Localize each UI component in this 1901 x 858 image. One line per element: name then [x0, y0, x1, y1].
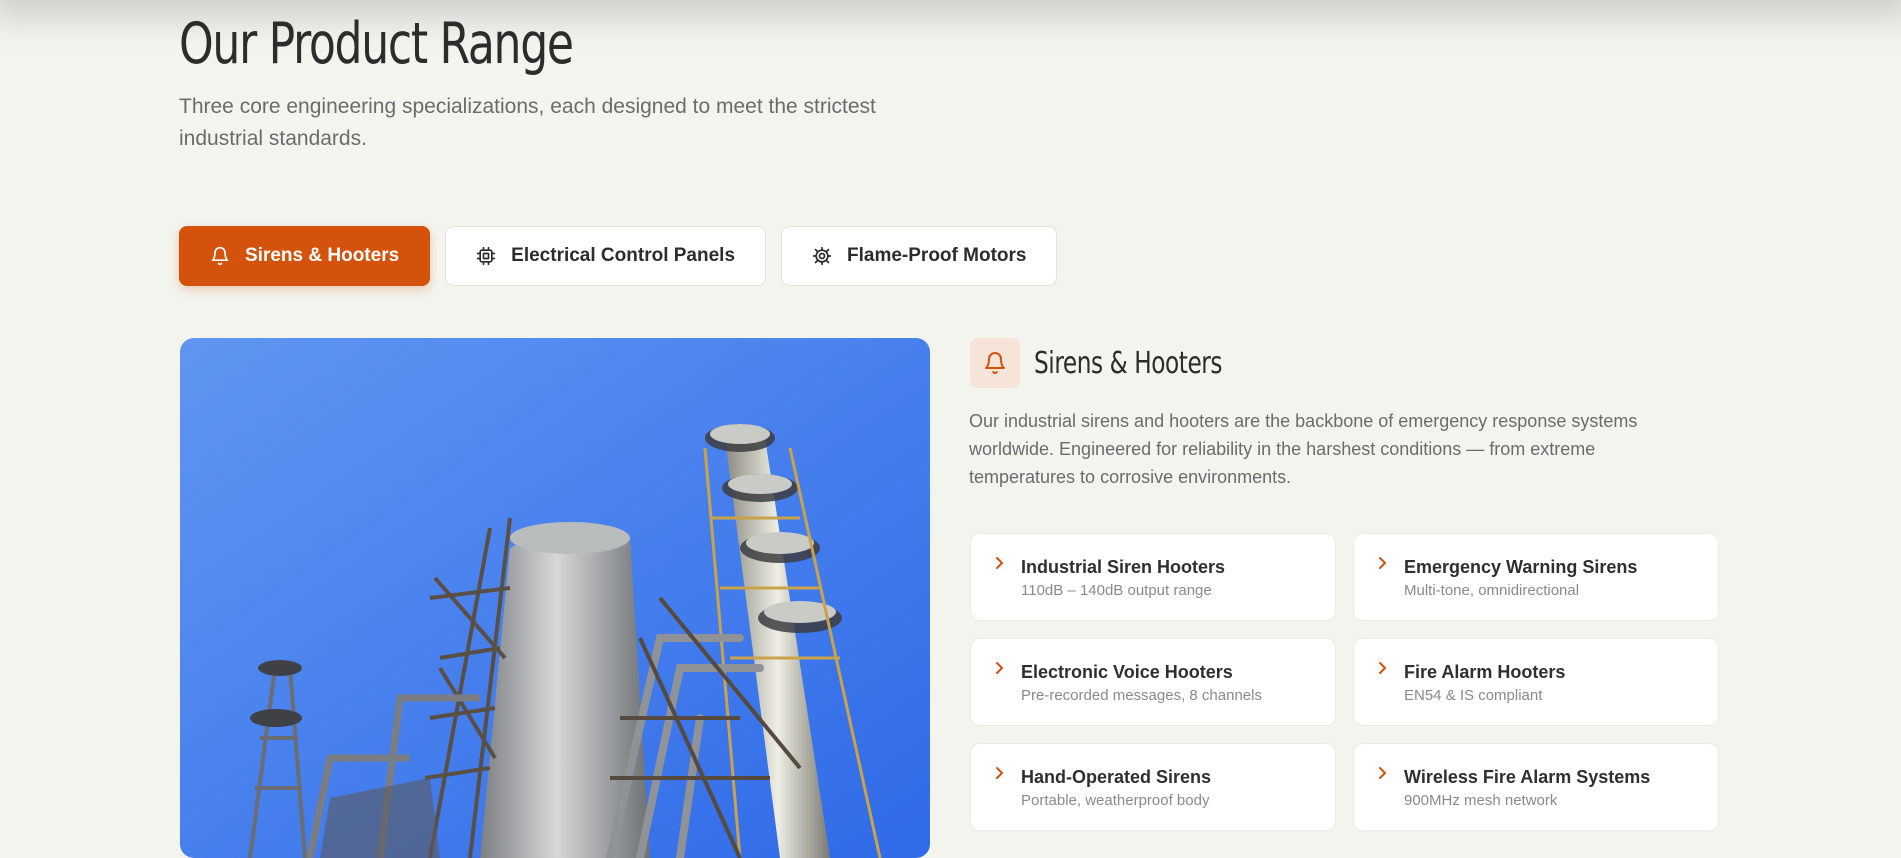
chevron-right-icon — [1379, 767, 1386, 779]
tab-sirens-hooters[interactable]: Sirens & Hooters — [179, 226, 431, 286]
chevron-right-icon — [996, 662, 1003, 674]
product-name: Wireless Fire Alarm Systems — [1404, 767, 1651, 787]
product-card[interactable]: Emergency Warning Sirens Multi-tone, omn… — [1353, 533, 1719, 621]
tab-label: Sirens & Hooters — [245, 245, 400, 266]
product-card[interactable]: Fire Alarm Hooters EN54 & IS compliant — [1353, 638, 1719, 726]
product-list: Industrial Siren Hooters 110dB – 140dB o… — [970, 533, 1719, 831]
tab-label: Flame-Proof Motors — [847, 245, 1027, 266]
detail-title: Sirens & Hooters — [1034, 346, 1223, 381]
product-meta: 110dB – 140dB output range — [1021, 582, 1212, 599]
product-meta: EN54 & IS compliant — [1404, 687, 1543, 704]
product-card[interactable]: Hand-Operated Sirens Portable, weatherpr… — [970, 743, 1336, 831]
section-subtitle: Three core engineering specializations, … — [179, 95, 876, 150]
product-meta: Pre-recorded messages, 8 channels — [1021, 687, 1262, 704]
tab-label: Electrical Control Panels — [511, 245, 736, 266]
product-card[interactable]: Industrial Siren Hooters 110dB – 140dB o… — [970, 533, 1336, 621]
product-tabs: Sirens & Hooters Electrical Control Pane… — [179, 226, 1058, 286]
tab-flame-proof-motors[interactable]: Flame-Proof Motors — [781, 226, 1058, 286]
detail-bell-icon — [970, 338, 1020, 388]
chevron-right-icon — [1379, 662, 1386, 674]
product-name: Emergency Warning Sirens — [1404, 557, 1638, 577]
detail-description: Our industrial sirens and hooters are th… — [969, 411, 1638, 487]
product-name: Fire Alarm Hooters — [1404, 662, 1566, 682]
section-title: Our Product Range — [179, 11, 574, 77]
product-card[interactable]: Wireless Fire Alarm Systems 900MHz mesh … — [1353, 743, 1719, 831]
gear-icon — [812, 246, 832, 266]
product-meta: Multi-tone, omnidirectional — [1404, 582, 1580, 599]
chevron-right-icon — [1379, 557, 1386, 569]
product-name: Electronic Voice Hooters — [1021, 662, 1233, 682]
tab-electrical-control-panels[interactable]: Electrical Control Panels — [445, 226, 767, 286]
product-name: Hand-Operated Sirens — [1021, 767, 1212, 787]
bell-icon — [210, 246, 230, 266]
chevron-right-icon — [996, 767, 1003, 779]
product-meta: Portable, weatherproof body — [1021, 792, 1210, 809]
product-meta: 900MHz mesh network — [1404, 792, 1558, 809]
product-photo — [180, 338, 930, 858]
product-card[interactable]: Electronic Voice Hooters Pre-recorded me… — [970, 638, 1336, 726]
product-name: Industrial Siren Hooters — [1021, 557, 1226, 577]
chevron-right-icon — [996, 557, 1003, 569]
chip-icon — [476, 246, 496, 266]
